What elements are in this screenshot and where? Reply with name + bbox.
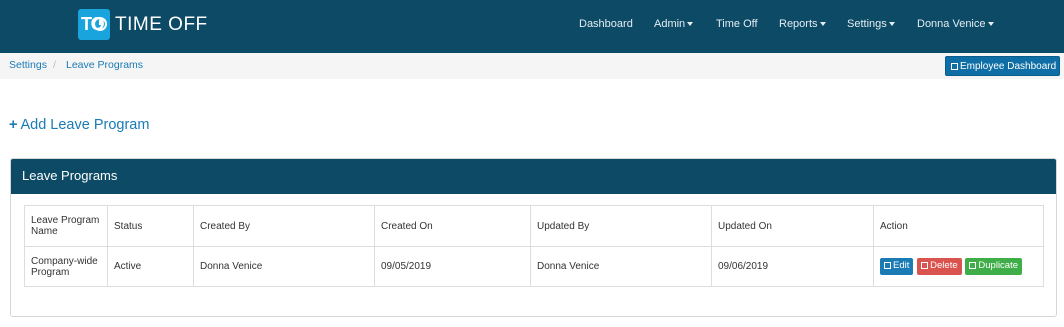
breadcrumb-leave-programs[interactable]: Leave Programs [66,59,143,71]
nav-time-off[interactable]: Time Off [716,18,758,30]
breadcrumb-settings[interactable]: Settings [9,59,47,71]
clock-icon [93,17,107,31]
nav-user-label: Donna Venice [917,18,986,30]
created-by-cell: Donna Venice [193,246,375,287]
add-leave-program-link[interactable]: + Add Leave Program [9,117,149,133]
nav-reports[interactable]: Reports [779,18,826,30]
table-row: Company-wide Program Active Donna Venice… [24,246,1044,287]
nav-dashboard[interactable]: Dashboard [579,18,633,30]
caret-down-icon [687,22,694,27]
external-link-icon [951,63,958,70]
delete-button[interactable]: Delete [917,258,962,275]
breadcrumb-separator: / [53,59,56,71]
column-header: Updated By [530,205,712,247]
leave-programs-panel: Leave Programs Leave Program Name Status… [10,158,1057,317]
employee-dashboard-button[interactable]: Employee Dashboard [945,56,1060,76]
caret-down-icon [819,22,826,27]
edit-button[interactable]: Edit [880,258,914,275]
app-logo[interactable]: TO TIME OFF [78,9,208,40]
updated-on-cell: 09/06/2019 [711,246,874,287]
logo-text: TIME OFF [115,13,208,35]
caret-down-icon [987,22,994,27]
status-cell: Active [107,246,194,287]
table-header-row: Leave Program Name Status Created By Cre… [24,205,1044,247]
column-header: Created By [193,205,375,247]
nav-admin[interactable]: Admin [654,18,694,30]
column-header: Action [873,205,1044,247]
panel-title: Leave Programs [11,159,1056,194]
nav-settings[interactable]: Settings [847,18,895,30]
top-navbar: TO TIME OFF Dashboard Admin Time Off Rep… [0,0,1064,53]
created-on-cell: 09/05/2019 [374,246,531,287]
copy-icon [969,262,977,269]
nav-settings-label: Settings [847,18,887,30]
action-cell: Edit Delete Duplicate [873,246,1044,287]
column-header: Updated On [711,205,874,247]
column-header: Leave Program Name [24,205,108,247]
updated-by-cell: Donna Venice [530,246,712,287]
caret-down-icon [888,22,895,27]
employee-dashboard-label: Employee Dashboard [960,61,1057,72]
nav-admin-label: Admin [654,18,686,30]
column-header: Status [107,205,194,247]
leave-programs-table: Leave Program Name Status Created By Cre… [24,205,1044,287]
logo-mark: TO [78,9,110,40]
program-name-cell: Company-wide Program [24,246,108,287]
delete-label: Delete [930,260,958,271]
trash-icon [921,262,929,269]
nav-user-menu[interactable]: Donna Venice [917,18,994,30]
column-header: Created On [374,205,531,247]
duplicate-label: Duplicate [978,260,1019,271]
duplicate-button[interactable]: Duplicate [965,258,1023,275]
edit-label: Edit [893,260,910,271]
nav-reports-label: Reports [779,18,818,30]
plus-icon: + [9,117,18,133]
add-leave-program-label: Add Leave Program [20,117,150,133]
edit-icon [884,262,891,269]
breadcrumb: Settings / Leave Programs [0,53,1064,79]
